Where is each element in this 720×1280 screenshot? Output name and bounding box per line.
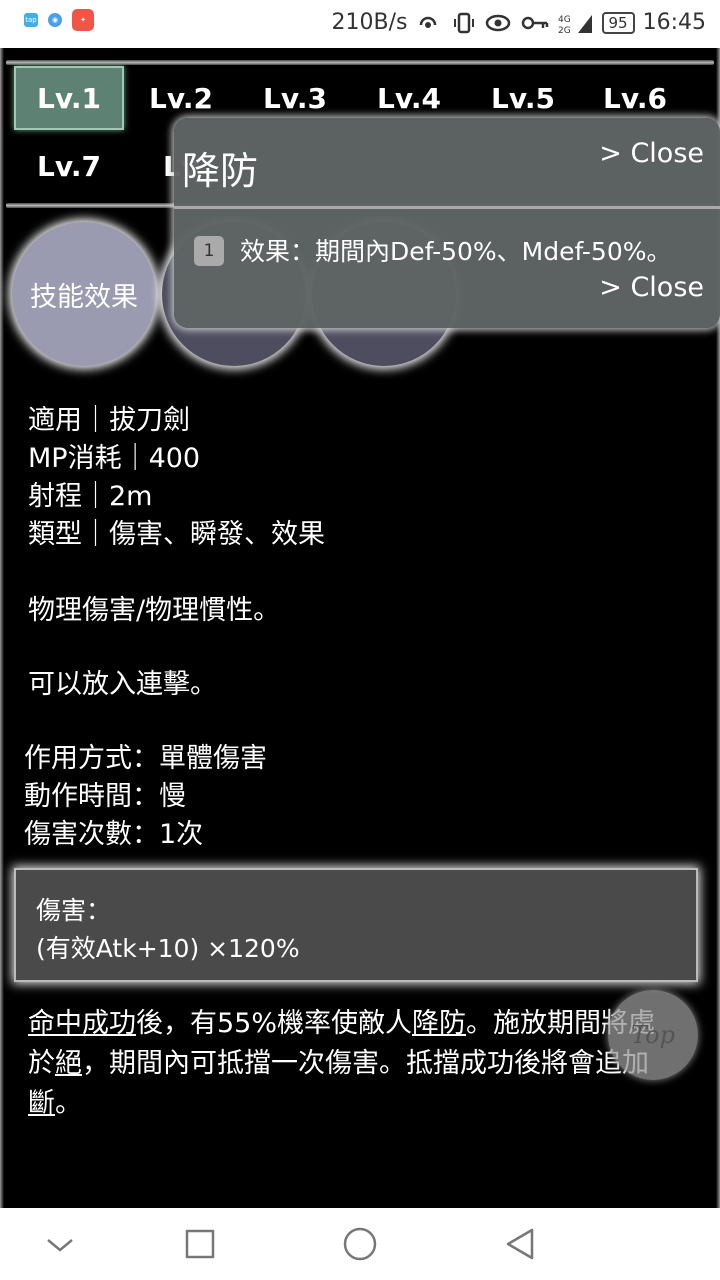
link-duan[interactable]: 斷 — [28, 1088, 55, 1119]
popup-divider — [174, 206, 720, 209]
action-time: 動作時間：慢 — [24, 781, 186, 812]
range: 射程｜2m — [28, 481, 153, 512]
skill-type: 類型｜傷害、瞬發、效果 — [28, 519, 325, 550]
battery-indicator: 95 — [601, 11, 635, 34]
shopping-app-icon: ✦ — [72, 9, 94, 31]
hit-count: 傷害次數：1次 — [24, 819, 204, 850]
skill-description: 命中成功後，有55%機率使敵人降防。施放期間將處於絕，期間內可抵擋一次傷害。抵擋… — [28, 1004, 668, 1124]
clock: 16:45 — [642, 10, 706, 35]
damage-formula-box: 傷害： (有效Atk+10) ×120% — [14, 868, 698, 982]
frame-left-edge — [0, 48, 4, 1208]
signal-icon: 4G2G — [558, 14, 592, 35]
status-popup: 降防 > Close 1 效果：期間內Def-50%、Mdef-50%。 > C… — [174, 118, 720, 328]
tab-lv7[interactable]: Lv.7 — [14, 134, 124, 198]
skill-effect-label: 技能效果 — [30, 281, 138, 313]
skill-effect-button[interactable]: 技能效果 — [12, 222, 156, 366]
key-icon — [521, 16, 548, 29]
damage-label: 傷害： — [36, 896, 112, 925]
link-jue[interactable]: 絕 — [55, 1048, 82, 1079]
damage-kind: 物理傷害/物理慣性。 — [28, 595, 281, 626]
damage-formula: (有效Atk+10) ×120% — [36, 934, 300, 963]
desc-text-3: ，期間內可抵擋一次傷害。抵擋成功後將會追加 — [82, 1048, 649, 1079]
popup-effect-text: 效果：期間內Def-50%、Mdef-50%。 — [240, 237, 672, 266]
popup-close-bottom[interactable]: > Close — [599, 272, 704, 303]
method: 作用方式：單體傷害 — [24, 743, 267, 774]
hotspot-icon — [419, 16, 436, 28]
recent-apps-icon[interactable] — [182, 1226, 218, 1262]
applicable-weapon: 適用｜拔刀劍 — [28, 405, 190, 436]
scroll-top-button[interactable]: Top — [608, 990, 698, 1080]
link-defense-down[interactable]: 降防 — [412, 1008, 466, 1039]
svg-text:4G: 4G — [558, 15, 571, 25]
effect-number-badge: 1 — [194, 236, 224, 266]
mp-cost: MP消耗｜400 — [28, 443, 201, 474]
chevron-down-icon[interactable] — [42, 1226, 78, 1262]
network-speed: 210B/s — [331, 10, 408, 35]
link-hit-success[interactable]: 命中成功 — [28, 1008, 136, 1039]
tab-lv1[interactable]: Lv.1 — [14, 66, 124, 130]
status-bar: tap ◉ ✦ 210B/s 4G 2G 95 16:45 — [0, 0, 720, 48]
taptap-app-icon: tap — [24, 13, 38, 27]
notification-icons: tap ◉ ✦ — [24, 9, 94, 31]
system-nav-bar — [0, 1208, 720, 1280]
vibrate-icon — [453, 12, 474, 33]
eye-comfort-icon — [485, 14, 510, 31]
messenger-app-icon: ◉ — [48, 13, 62, 27]
combo-note: 可以放入連擊。 — [28, 669, 217, 700]
home-icon[interactable] — [342, 1226, 378, 1262]
tabs-top-divider — [6, 60, 714, 65]
desc-text-1: 後，有55%機率使敵人 — [136, 1008, 413, 1039]
popup-close-top[interactable]: > Close — [599, 138, 704, 169]
back-icon[interactable] — [502, 1226, 538, 1262]
popup-title: 降防 — [182, 149, 259, 193]
svg-text:2G: 2G — [558, 26, 571, 35]
desc-text-4: 。 — [55, 1088, 82, 1119]
